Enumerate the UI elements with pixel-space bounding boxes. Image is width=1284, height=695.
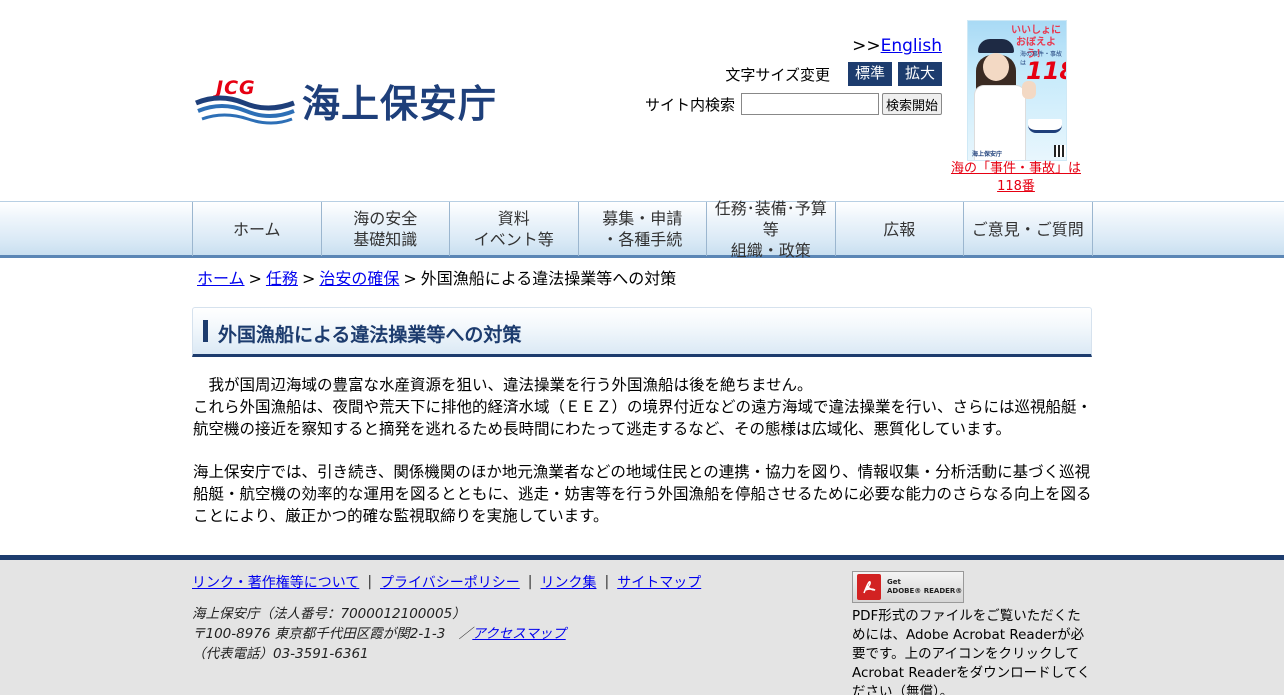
search-button[interactable]: 検索開始 — [881, 93, 942, 115]
english-link-line: >>English — [852, 36, 942, 56]
breadcrumb: ホーム > 任務 > 治安の確保 > 外国漁船による違法操業等への対策 — [197, 265, 676, 289]
english-prefix: >> — [852, 36, 881, 56]
paragraph-1-line-2: これら外国漁船は、夜間や荒天下に排他的経済水域（ＥＥＺ）の境界付近などの遠方海域… — [193, 398, 1093, 438]
footer-org-name: 海上保安庁（法人番号：7000012100005） — [192, 606, 466, 622]
poster-qr-icon — [1054, 145, 1066, 157]
global-nav: ホーム 海の安全 基礎知識 資料 イベント等 募集・申請 ・各種手続 任務･装備… — [192, 199, 1093, 260]
nav-materials-events[interactable]: 資料 イベント等 — [450, 202, 579, 256]
site-search: サイト内検索 検索開始 — [645, 93, 942, 115]
nav-feedback[interactable]: ご意見・ご質問 — [964, 202, 1093, 256]
main-content: 我が国周辺海域の豊富な水産資源を狙い、違法操業を行う外国漁船は後を絶ちません。 … — [193, 374, 1093, 548]
font-size-large-button[interactable]: 拡大 — [897, 62, 942, 86]
paragraph-1-line-1: 我が国周辺海域の豊富な水産資源を狙い、違法操業を行う外国漁船は後を絶ちません。 — [193, 376, 813, 394]
footer-link-sitemap[interactable]: サイトマップ — [617, 572, 701, 592]
font-size-normal-button[interactable]: 標準 — [847, 62, 892, 86]
nav-home[interactable]: ホーム — [193, 202, 322, 256]
footer-link-copyright[interactable]: リンク・著作権等について — [192, 572, 359, 592]
font-size-switcher: 文字サイズ変更 標準 拡大 — [725, 62, 942, 86]
nav-missions-organization[interactable]: 任務･装備･予算等 組織・政策 — [707, 199, 836, 260]
footer-address-block: 海上保安庁（法人番号：7000012100005） 〒100-8976 東京都千… — [192, 604, 566, 664]
jcg-wave-icon: JCG — [194, 75, 296, 125]
breadcrumb-separator: > — [301, 269, 316, 288]
poster-figure-face — [983, 53, 1009, 81]
title-accent-bar — [203, 320, 208, 342]
adobe-reader-badge-text: Get ADOBE® READER® — [887, 578, 962, 596]
global-navigation-bar: ホーム 海の安全 基礎知識 資料 イベント等 募集・申請 ・各種手続 任務･装備… — [0, 199, 1284, 260]
adobe-badge-line-2: ADOBE® READER® — [887, 587, 963, 595]
font-size-label: 文字サイズ変更 — [725, 65, 830, 84]
footer-phone: （代表電話）03-3591-6361 — [192, 646, 369, 662]
footer-address: 〒100-8976 東京都千代田区霞が関2-1-3 ／ — [192, 626, 473, 642]
page-title: 外国漁船による違法操業等への対策 — [218, 324, 522, 346]
paragraph-1: 我が国周辺海域の豊富な水産資源を狙い、違法操業を行う外国漁船は後を絶ちません。 … — [193, 374, 1093, 440]
footer-separator: | — [367, 574, 373, 590]
footer-separator: | — [604, 574, 610, 590]
get-adobe-reader-button[interactable]: Get ADOBE® READER® — [852, 571, 964, 603]
poster-logo: 海上保安庁 — [972, 151, 1003, 158]
footer-access-map-link[interactable]: アクセスマップ — [472, 626, 565, 642]
search-input[interactable] — [740, 93, 879, 115]
search-label: サイト内検索 — [644, 95, 735, 114]
nav-maritime-safety[interactable]: 海の安全 基礎知識 — [322, 202, 450, 256]
emergency-118-poster[interactable]: いいしょにおぼえよう！ 海の事件・事故は 118 海上保安庁 — [967, 20, 1067, 161]
paragraph-2: 海上保安庁では、引き続き、関係機関のほか地元漁業者などの地域住民との連携・協力を… — [193, 463, 1092, 525]
breadcrumb-security[interactable]: 治安の確保 — [319, 269, 399, 288]
breadcrumb-separator: > — [403, 269, 417, 288]
breadcrumb-home[interactable]: ホーム — [197, 269, 245, 288]
site-footer: リンク・著作権等について | プライバシーポリシー | リンク集 | サイトマッ… — [0, 555, 1284, 695]
breadcrumb-separator: > — [248, 269, 262, 288]
adobe-reader-icon — [857, 574, 881, 600]
adobe-reader-description: PDF形式のファイルをご覧いただくためには、Adobe Acrobat Read… — [852, 608, 1091, 695]
site-header: JCG 海上保安庁 >>English 文字サイズ変更 標準 拡大 サイト内検索… — [0, 0, 1284, 200]
poster-caption-link[interactable]: 海の「事件・事故」は118番 — [940, 160, 1092, 196]
footer-link-privacy[interactable]: プライバシーポリシー — [380, 572, 520, 592]
breadcrumb-mission[interactable]: 任務 — [266, 269, 298, 288]
adobe-badge-line-1: Get — [887, 578, 901, 586]
page-title-box: 外国漁船による違法操業等への対策 — [192, 307, 1092, 357]
logo-title: 海上保安庁 — [302, 81, 498, 126]
footer-separator: | — [527, 574, 533, 590]
footer-link-links[interactable]: リンク集 — [540, 572, 596, 592]
footer-links: リンク・著作権等について | プライバシーポリシー | リンク集 | サイトマッ… — [192, 572, 701, 592]
english-link[interactable]: English — [881, 36, 942, 56]
nav-public-relations[interactable]: 広報 — [836, 202, 964, 256]
footer-address-line: 〒100-8976 東京都千代田区霞が関2-1-3 ／アクセスマップ — [192, 624, 566, 644]
poster-number: 118 — [1026, 57, 1066, 85]
poster-ship-icon — [1028, 119, 1062, 133]
nav-recruitment-procedures[interactable]: 募集・申請 ・各種手続 — [579, 202, 707, 256]
breadcrumb-current: 外国漁船による違法操業等への対策 — [420, 269, 677, 288]
site-logo[interactable]: JCG 海上保安庁 — [194, 74, 514, 126]
poster-headline: いいしょにおぼえよう！ — [1011, 25, 1061, 60]
